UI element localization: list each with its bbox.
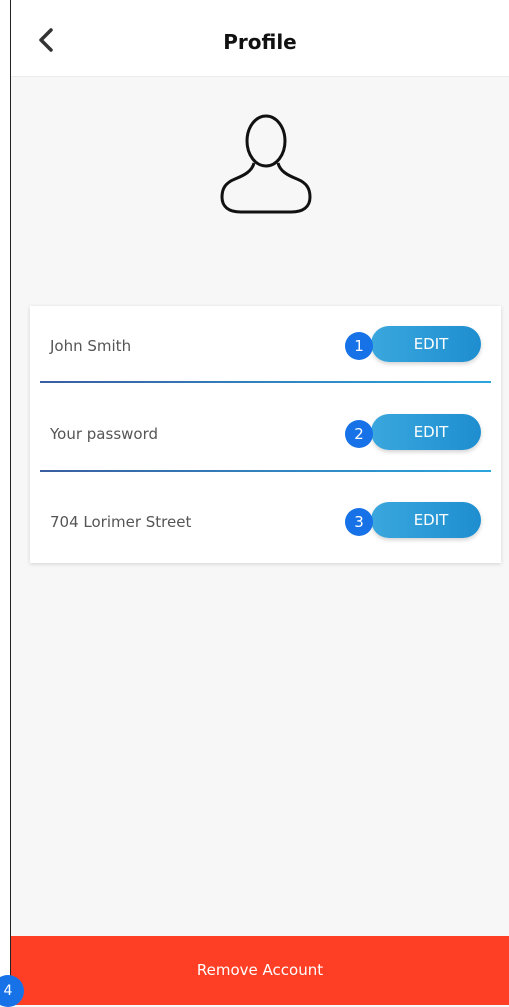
remove-account-button[interactable]: Remove Account xyxy=(11,936,509,1005)
left-edge xyxy=(0,0,11,1005)
remove-account-label: Remove Account xyxy=(196,961,324,979)
edit-button-label: EDIT xyxy=(413,423,449,441)
address-value: 704 Lorimer Street xyxy=(50,513,192,531)
edit-button-label: EDIT xyxy=(413,335,449,353)
edit-button-label: EDIT xyxy=(413,511,449,529)
page-title: Profile xyxy=(223,30,297,54)
field-row-address: 704 Lorimer Street EDIT 3 xyxy=(30,482,501,570)
password-value: Your password xyxy=(50,425,159,443)
step-badge: 1 xyxy=(345,332,373,360)
step-badge: 2 xyxy=(345,420,373,448)
field-divider xyxy=(40,381,491,383)
edit-name-button[interactable]: EDIT xyxy=(371,326,481,362)
top-bar: Profile xyxy=(11,0,509,77)
step-badge: 3 xyxy=(345,508,373,536)
field-divider xyxy=(40,470,491,472)
edit-address-button[interactable]: EDIT xyxy=(371,502,481,538)
field-row-password: Your password EDIT 2 xyxy=(30,394,501,482)
edit-password-button[interactable]: EDIT xyxy=(371,414,481,450)
user-outline-icon xyxy=(220,114,312,214)
name-value: John Smith xyxy=(50,337,132,355)
profile-card: John Smith EDIT 1 Your password EDIT 2 7… xyxy=(30,306,501,563)
